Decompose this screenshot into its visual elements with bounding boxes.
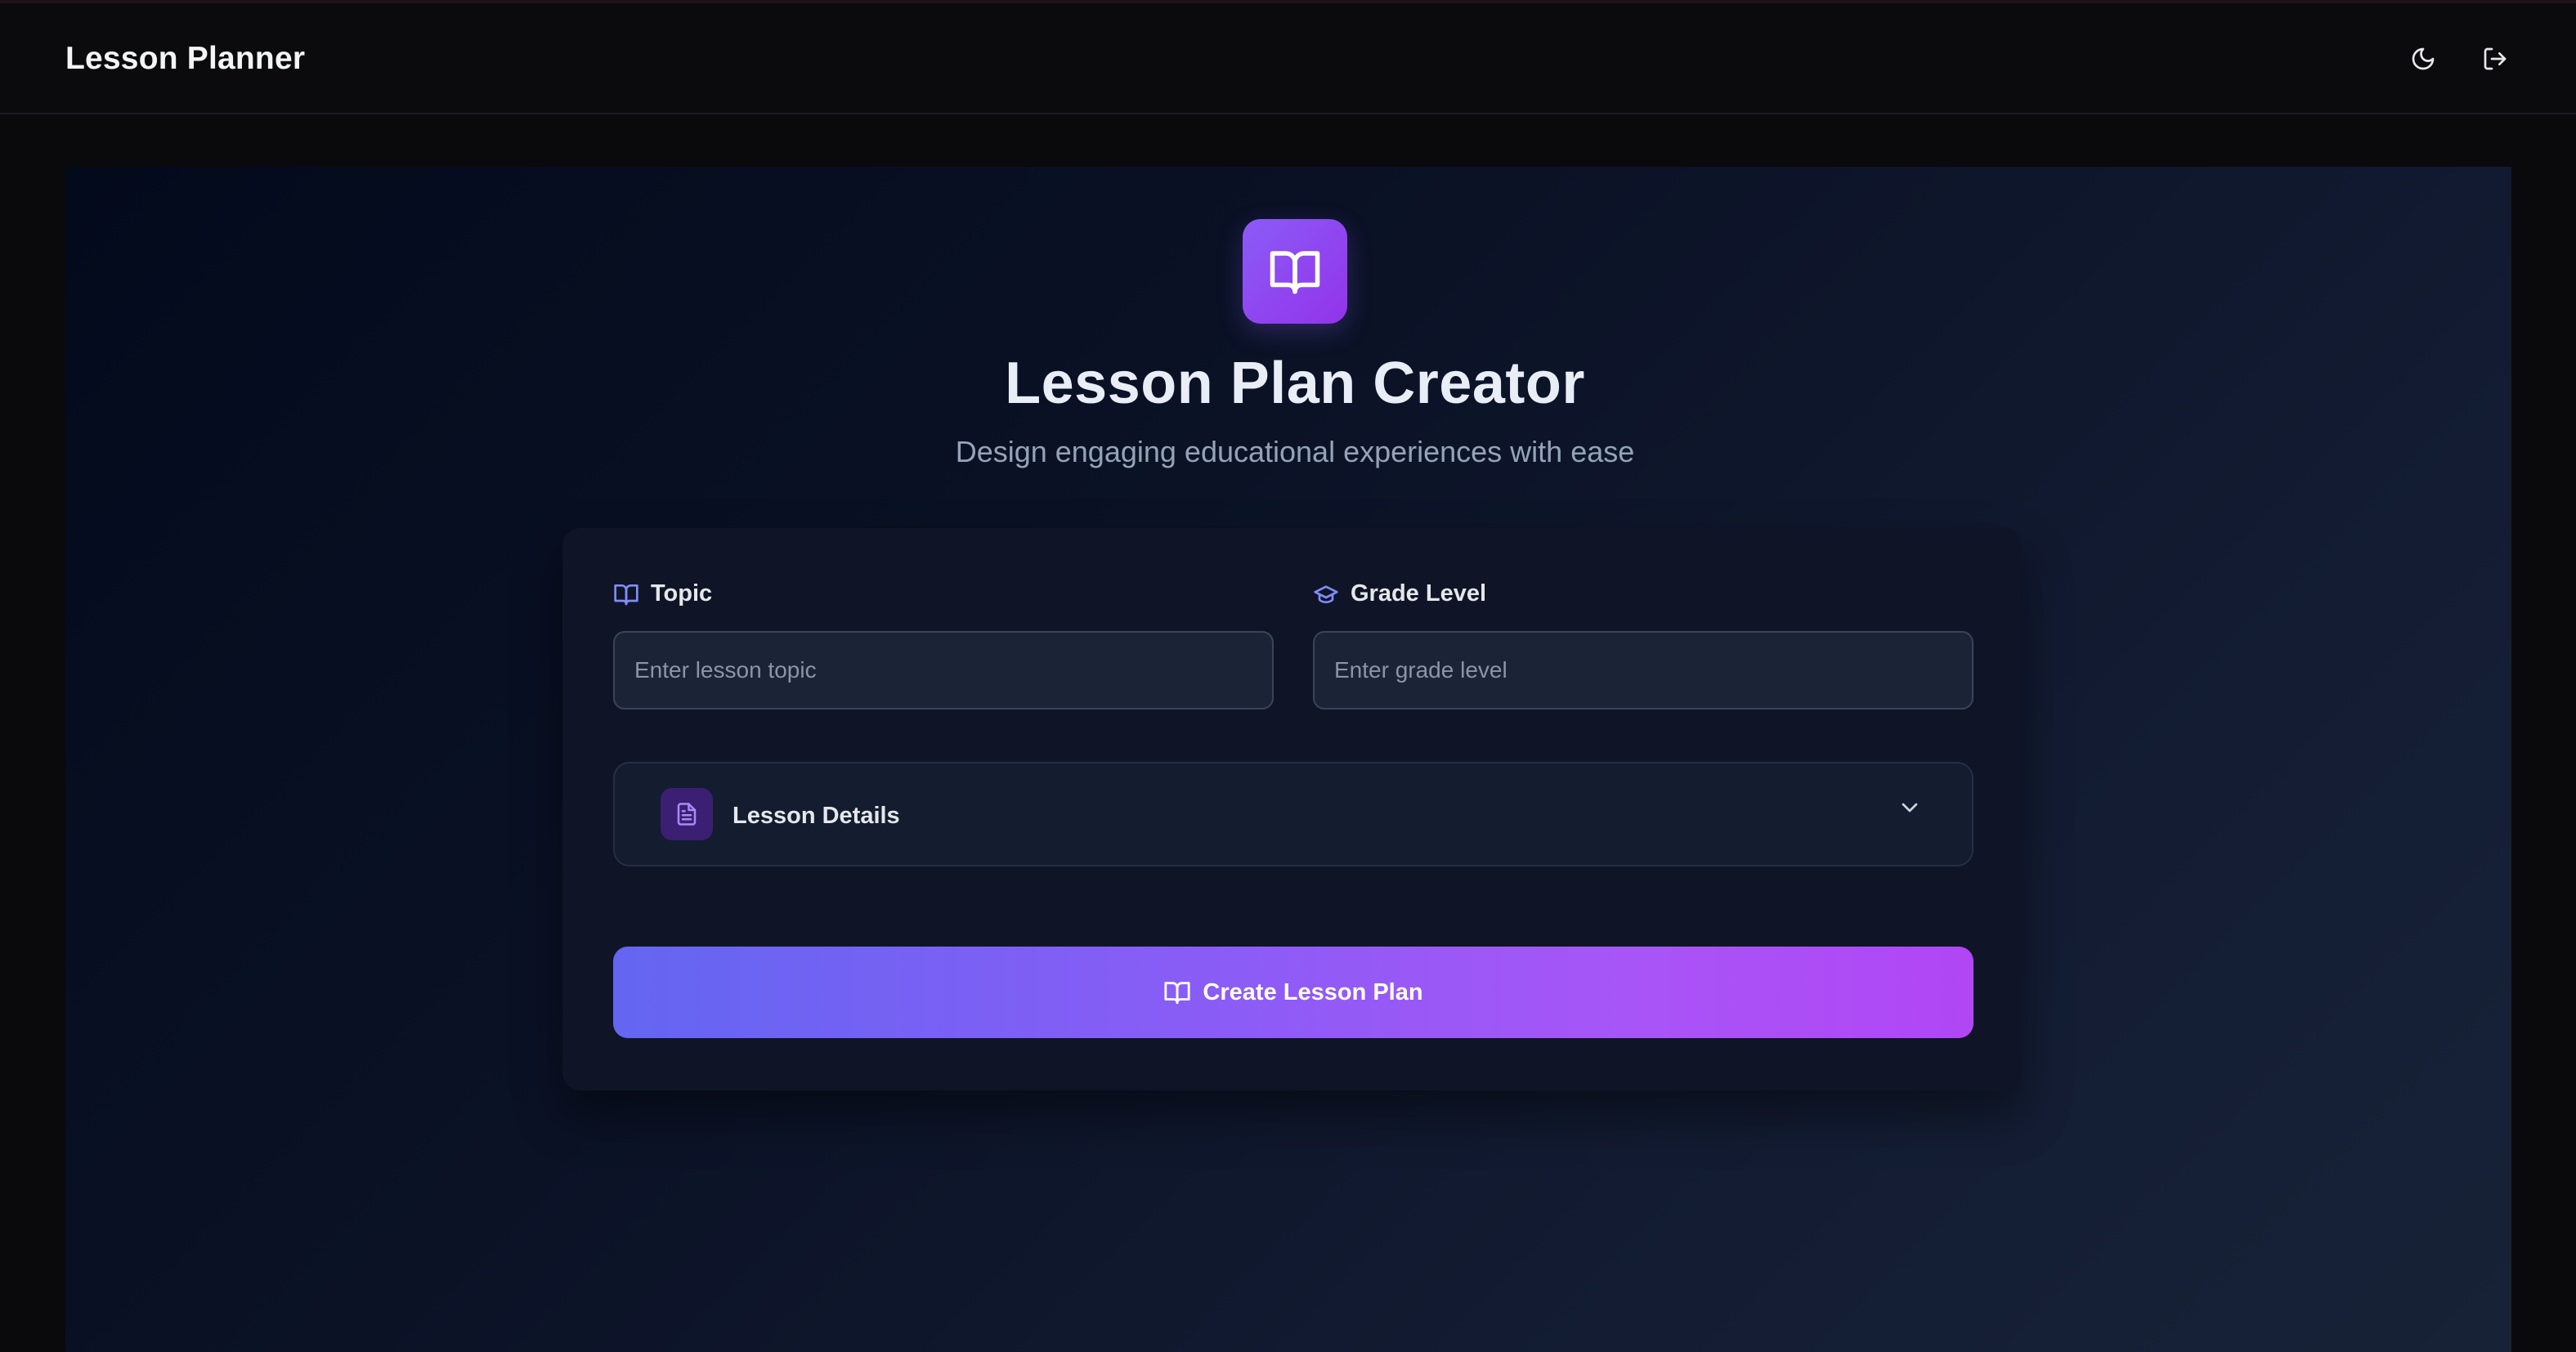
file-text-icon [677, 803, 697, 826]
app-title: Lesson Planner [65, 41, 306, 76]
create-lesson-plan-button[interactable]: Create Lesson Plan [613, 947, 1973, 1038]
moon-icon [2412, 47, 2435, 70]
grade-level-label-text: Grade Level [1351, 580, 1487, 607]
topic-label-text: Topic [651, 580, 713, 607]
lesson-details-label: Lesson Details [732, 803, 900, 829]
topic-label: Topic [613, 580, 712, 607]
grade-level-input[interactable] [1313, 631, 1973, 710]
logout-icon [2484, 47, 2507, 70]
grade-level-label: Grade Level [1313, 580, 1486, 607]
page-title: Lesson Plan Creator [1005, 351, 1585, 416]
graduation-cap-icon [1314, 584, 1338, 603]
logout-button[interactable] [2472, 36, 2518, 82]
book-open-icon [614, 584, 638, 605]
book-open-icon [1270, 251, 1320, 294]
app-header: Lesson Planner [0, 3, 2576, 114]
topic-input[interactable] [613, 631, 1274, 710]
create-lesson-plan-label: Create Lesson Plan [1203, 978, 1423, 1005]
lesson-details-icon-badge [661, 788, 713, 840]
lesson-details-accordion[interactable]: Lesson Details [613, 762, 1973, 866]
page-subtitle: Design engaging educational experiences … [955, 435, 1635, 468]
book-open-icon [1164, 982, 1191, 1005]
hero-book-icon-badge [1243, 219, 1347, 324]
theme-toggle-button[interactable] [2400, 36, 2446, 82]
chevron-down-icon [1902, 803, 1918, 813]
